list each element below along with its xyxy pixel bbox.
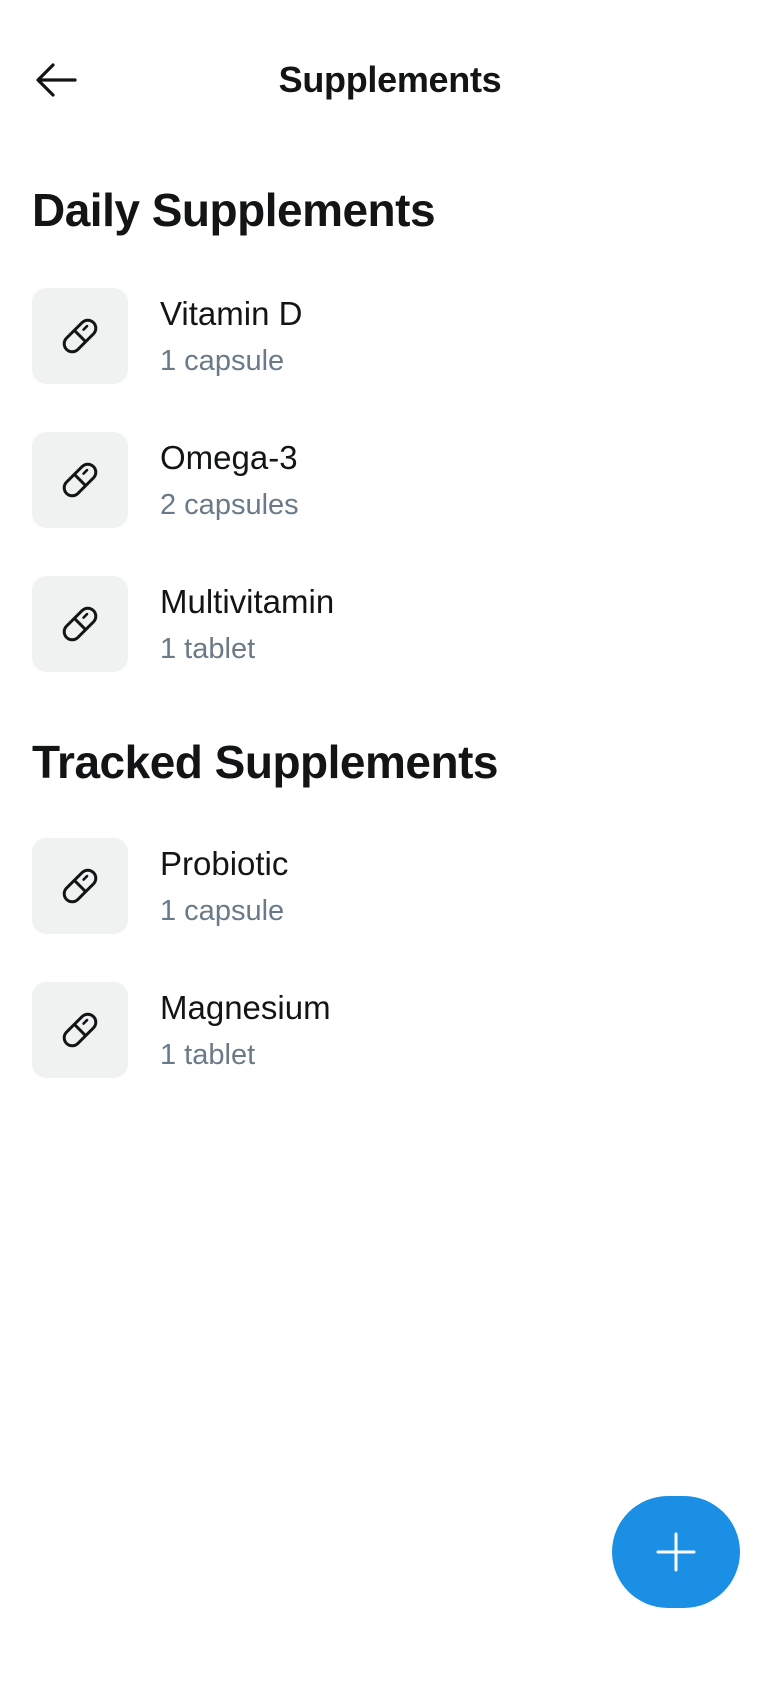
list-item[interactable]: Vitamin D 1 capsule [32,288,748,384]
section-title-daily: Daily Supplements [32,184,436,236]
pill-icon [62,462,98,498]
pill-icon [62,1012,98,1048]
list-item[interactable]: Multivitamin 1 tablet [32,576,748,672]
list-item[interactable]: Probiotic 1 capsule [32,838,748,934]
item-name: Omega-3 [160,439,298,476]
list-item[interactable]: Magnesium 1 tablet [32,982,748,1078]
item-name: Vitamin D [160,295,303,332]
pill-icon-tile [32,288,128,384]
pill-icon-tile [32,432,128,528]
pill-icon [62,868,98,904]
add-supplement-button[interactable] [612,1496,740,1608]
item-name: Multivitamin [160,583,335,620]
item-dose: 1 tablet [160,1039,256,1071]
app-header: Supplements [0,0,780,160]
item-dose: 1 capsule [160,345,285,377]
item-dose: 1 tablet [160,633,256,665]
pill-icon-tile [32,576,128,672]
item-name: Magnesium [160,989,331,1026]
item-dose: 2 capsules [160,489,299,521]
item-name: Probiotic [160,845,289,882]
pill-icon [62,606,98,642]
item-dose: 1 capsule [160,895,285,927]
pill-icon-tile [32,838,128,934]
page-title: Supplements [278,59,502,100]
section-title-tracked: Tracked Supplements [32,736,499,788]
list-item[interactable]: Omega-3 2 capsules [32,432,748,528]
pill-icon [62,318,98,354]
plus-icon [656,1532,696,1572]
pill-icon-tile [32,982,128,1078]
